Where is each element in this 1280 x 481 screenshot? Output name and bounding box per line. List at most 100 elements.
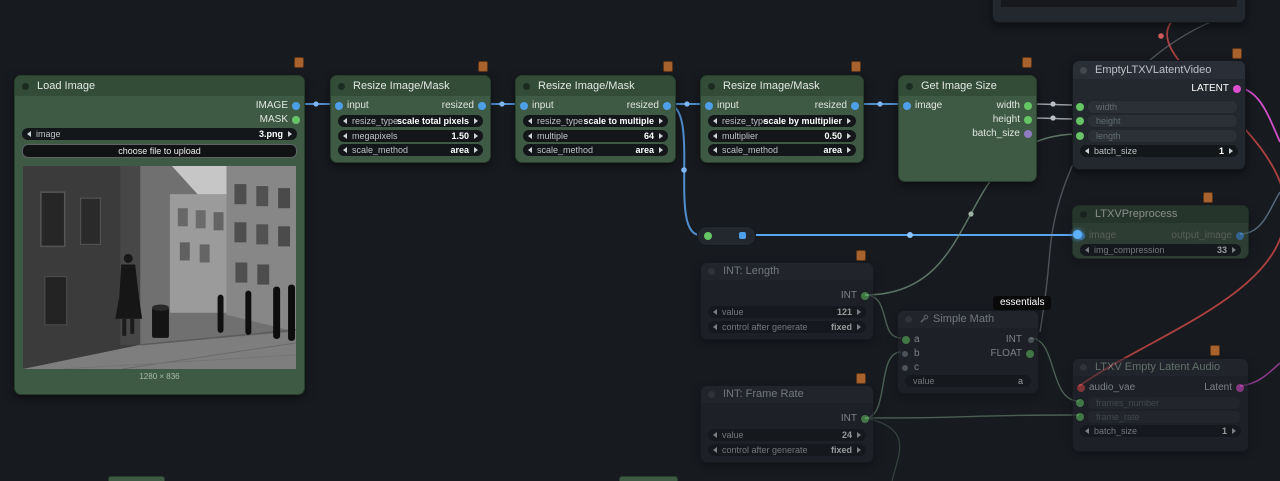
collapse-icon[interactable]	[1080, 211, 1087, 218]
slot-dot-int[interactable]	[861, 292, 869, 300]
node-title[interactable]: Get Image Size	[899, 76, 1036, 96]
increment-arrow-icon[interactable]	[847, 147, 851, 153]
increment-arrow-icon[interactable]	[857, 324, 861, 330]
frames-number-input-widget[interactable]: frames_number	[1087, 396, 1241, 410]
node-resize-image-mask-3[interactable]: Resize Image/Mask input resized resize_t…	[700, 75, 864, 163]
node-title[interactable]: LTXV Empty Latent Audio	[1073, 359, 1248, 376]
increment-arrow-icon[interactable]	[857, 432, 861, 438]
value-widget[interactable]: value a	[905, 375, 1031, 387]
node-title[interactable]: INT: Length	[701, 263, 873, 280]
highlighted-input-dot[interactable]	[1073, 230, 1082, 239]
output-slot-output-image[interactable]: output_image	[1073, 229, 1248, 242]
decrement-arrow-icon[interactable]	[343, 118, 347, 124]
node-load-image[interactable]: Load Image IMAGE MASK image 3.png choose…	[14, 75, 305, 395]
output-slot-int[interactable]: INT	[701, 412, 873, 425]
width-input-widget[interactable]: width	[1087, 100, 1238, 114]
node-empty-ltxv-latent-video[interactable]: EmptyLTXVLatentVideo LATENT width height…	[1072, 60, 1246, 170]
decrement-arrow-icon[interactable]	[713, 118, 717, 124]
collapse-icon[interactable]	[708, 391, 715, 398]
collapse-icon[interactable]	[1080, 67, 1087, 74]
collapse-icon[interactable]	[708, 268, 715, 275]
node-ltxv-preprocess[interactable]: LTXVPreprocess image output_image img_co…	[1072, 205, 1249, 259]
collapse-icon[interactable]	[906, 83, 913, 90]
node-partial-top[interactable]	[992, 0, 1246, 23]
decrement-arrow-icon[interactable]	[528, 133, 532, 139]
increment-arrow-icon[interactable]	[857, 447, 861, 453]
length-input-widget[interactable]: length	[1087, 129, 1238, 143]
node-reroute[interactable]	[697, 226, 756, 246]
reroute-output-dot[interactable]	[739, 232, 746, 239]
node-int-length[interactable]: INT: Length INT value 121 control after …	[700, 262, 874, 340]
output-slot[interactable]: resized	[331, 99, 490, 112]
output-slot-width[interactable]: width	[899, 99, 1036, 112]
increment-arrow-icon[interactable]	[659, 118, 663, 124]
slot-dot-batch-size[interactable]	[1024, 130, 1032, 138]
scale-method-widget[interactable]: scale_method area	[523, 144, 668, 156]
slot-dot-c[interactable]	[902, 365, 908, 371]
output-slot-image[interactable]: IMAGE	[15, 99, 304, 112]
output-slot-latent[interactable]: LATENT	[1073, 82, 1245, 95]
slot-dot-height[interactable]	[1024, 116, 1032, 124]
output-slot-mask[interactable]: MASK	[15, 113, 304, 126]
increment-arrow-icon[interactable]	[659, 133, 663, 139]
frame-rate-input-widget[interactable]: frame_rate	[1087, 410, 1241, 424]
slot-dot-length[interactable]	[1076, 132, 1084, 140]
decrement-arrow-icon[interactable]	[343, 133, 347, 139]
output-slot[interactable]: resized	[701, 99, 863, 112]
decrement-arrow-icon[interactable]	[713, 309, 717, 315]
output-slot[interactable]: resized	[516, 99, 675, 112]
slot-dot-output-image[interactable]	[1236, 232, 1244, 240]
resize-type-widget[interactable]: resize_type scale by multiplier	[708, 115, 856, 127]
resize-type-widget[interactable]: resize_type scale to multiple	[523, 115, 668, 127]
output-slot-latent[interactable]: Latent	[1073, 381, 1248, 394]
slot-dot-image[interactable]	[292, 102, 300, 110]
megapixels-widget[interactable]: megapixels 1.50	[338, 130, 483, 142]
slot-dot-width[interactable]	[1076, 103, 1084, 111]
collapse-icon[interactable]	[708, 83, 715, 90]
slot-dot-height[interactable]	[1076, 117, 1084, 125]
scale-method-widget[interactable]: scale_method area	[338, 144, 483, 156]
collapse-icon[interactable]	[523, 83, 530, 90]
scale-method-widget[interactable]: scale_method area	[708, 144, 856, 156]
decrement-arrow-icon[interactable]	[713, 133, 717, 139]
slot-dot-frame-rate[interactable]	[1076, 413, 1084, 421]
slot-dot-frames-number[interactable]	[1076, 399, 1084, 407]
node-resize-image-mask-1[interactable]: Resize Image/Mask input resized resize_t…	[330, 75, 491, 163]
increment-arrow-icon[interactable]	[288, 131, 292, 137]
slot-dot-resized[interactable]	[478, 102, 486, 110]
increment-arrow-icon[interactable]	[474, 147, 478, 153]
decrement-arrow-icon[interactable]	[27, 131, 31, 137]
control-after-generate-widget[interactable]: control after generate fixed	[708, 444, 866, 456]
increment-arrow-icon[interactable]	[847, 133, 851, 139]
node-graph-canvas[interactable]: Load Image IMAGE MASK image 3.png choose…	[0, 0, 1280, 481]
increment-arrow-icon[interactable]	[1229, 148, 1233, 154]
decrement-arrow-icon[interactable]	[713, 432, 717, 438]
increment-arrow-icon[interactable]	[474, 133, 478, 139]
increment-arrow-icon[interactable]	[474, 118, 478, 124]
collapse-icon[interactable]	[338, 83, 345, 90]
output-slot-int[interactable]: INT	[701, 289, 873, 302]
node-title[interactable]: LTXVPreprocess	[1073, 206, 1248, 223]
upload-button[interactable]: choose file to upload	[22, 144, 297, 158]
node-title[interactable]: Resize Image/Mask	[701, 76, 863, 96]
output-slot-float[interactable]: FLOAT	[898, 347, 1038, 360]
node-title[interactable]: EmptyLTXVLatentVideo	[1073, 61, 1245, 79]
decrement-arrow-icon[interactable]	[713, 324, 717, 330]
img-compression-widget[interactable]: img_compression 33	[1080, 244, 1241, 256]
collapse-icon[interactable]	[905, 316, 912, 323]
slot-dot-latent[interactable]	[1233, 85, 1241, 93]
slot-dot-float[interactable]	[1026, 350, 1034, 358]
increment-arrow-icon[interactable]	[659, 147, 663, 153]
collapse-icon[interactable]	[1080, 364, 1087, 371]
decrement-arrow-icon[interactable]	[343, 147, 347, 153]
multiplier-widget[interactable]: multiplier 0.50	[708, 130, 856, 142]
image-combo-widget[interactable]: image 3.png	[22, 128, 297, 140]
increment-arrow-icon[interactable]	[847, 118, 851, 124]
slot-dot-int[interactable]	[861, 415, 869, 423]
output-slot-batch-size[interactable]: batch_size	[899, 127, 1036, 140]
decrement-arrow-icon[interactable]	[713, 447, 717, 453]
node-resize-image-mask-2[interactable]: Resize Image/Mask input resized resize_t…	[515, 75, 676, 163]
slot-dot-resized[interactable]	[851, 102, 859, 110]
reroute-input-dot[interactable]	[704, 232, 712, 240]
decrement-arrow-icon[interactable]	[528, 118, 532, 124]
